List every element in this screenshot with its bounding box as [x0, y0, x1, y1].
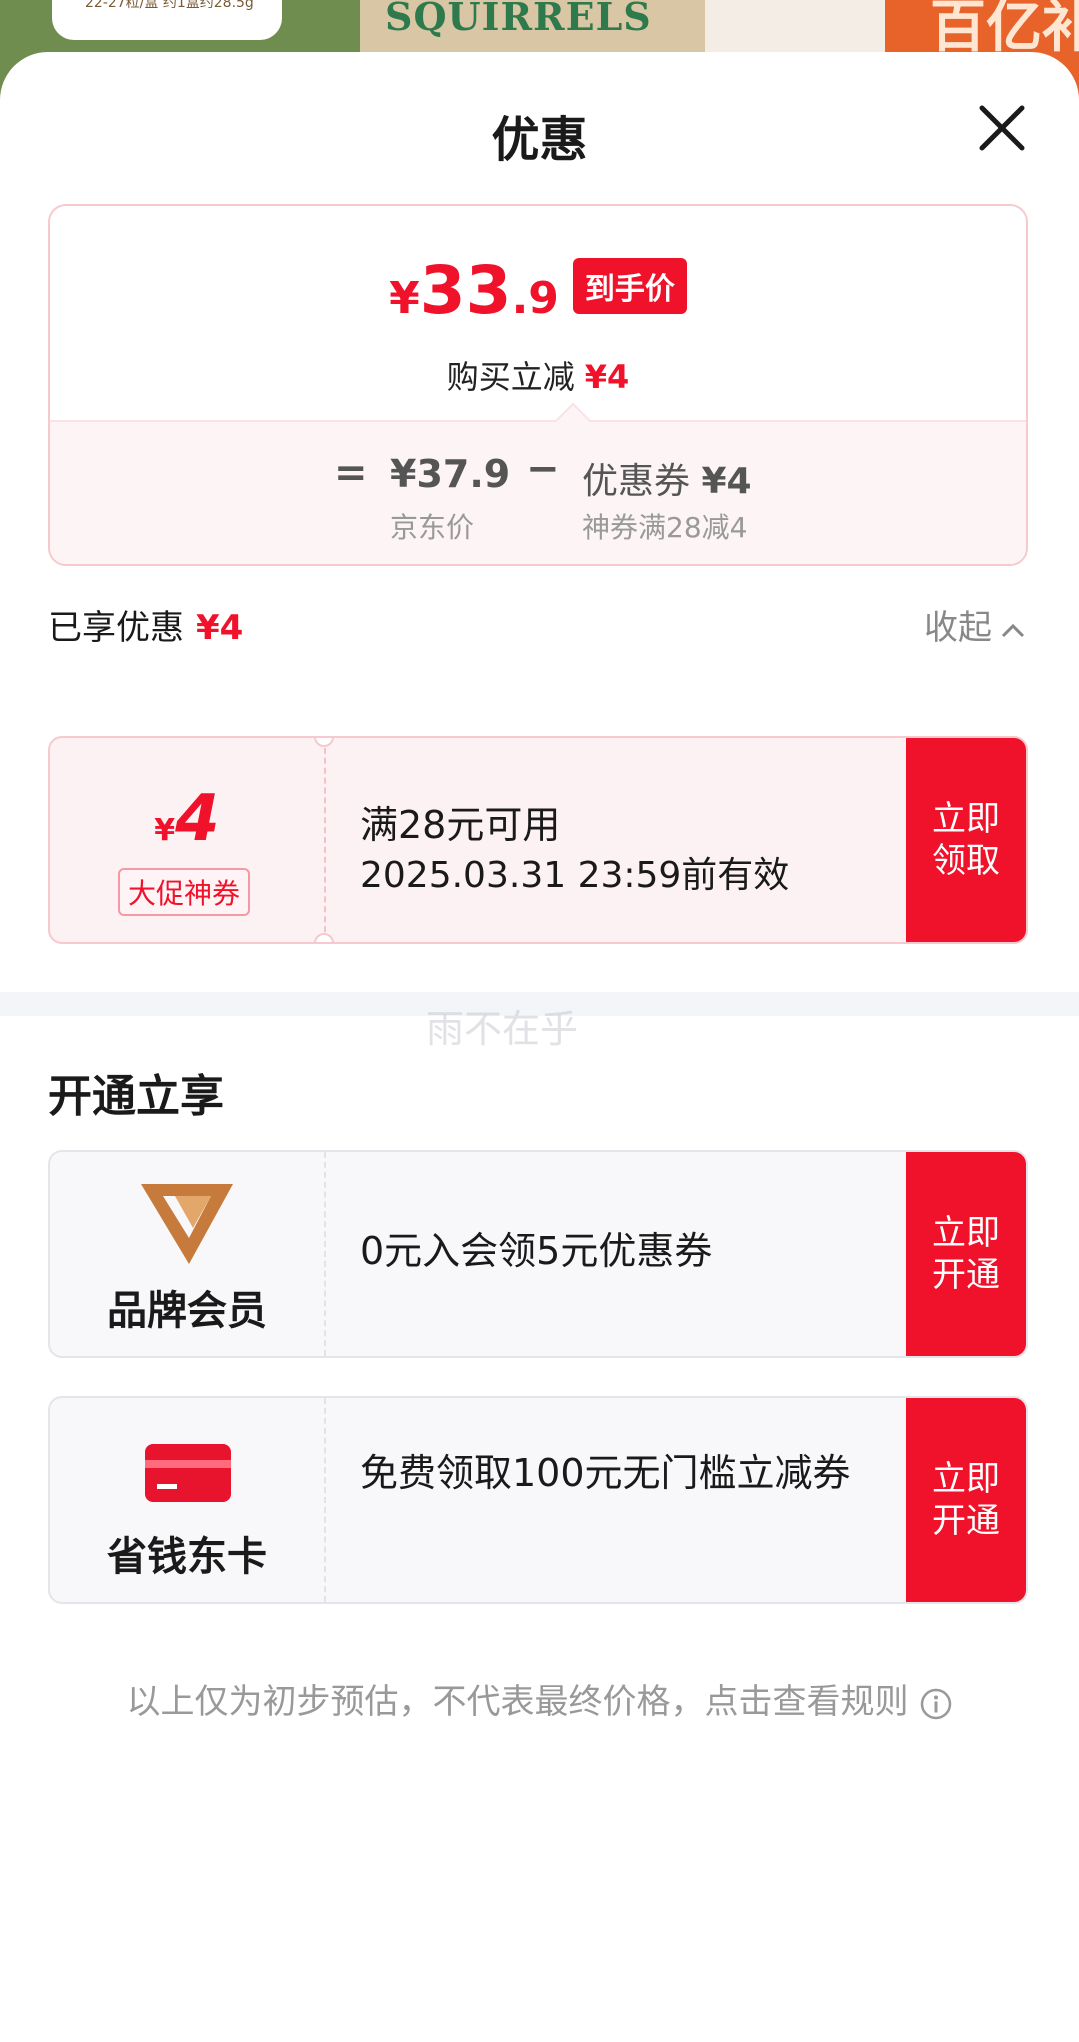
discount-sheet: 优惠 ¥33.9 到手价 购买立减 ¥4 = ¥37.9 京东价 − 优惠券 ¥4 …	[0, 52, 1079, 2042]
sheet-title: 优惠	[491, 112, 588, 168]
claim-coupon-button[interactable]: 立即 领取	[906, 738, 1026, 942]
coupon-deduction-label: 优惠券	[582, 461, 691, 502]
brand-member-desc: 0元入会领5元优惠券	[360, 1229, 713, 1273]
chevron-up-icon	[1001, 623, 1025, 637]
final-price: ¥33.9 到手价	[50, 252, 1026, 329]
open-button-line1: 立即	[932, 1213, 1000, 1253]
card-icon	[145, 1444, 231, 1502]
open-saving-card-button[interactable]: 立即 开通	[906, 1398, 1026, 1602]
jd-price-value: ¥37.9	[390, 452, 511, 496]
disclaimer-text: 以上仅为初步预估，不代表最终价格，点击查看规则	[126, 1682, 909, 1722]
coupon-condition: 满28元可用	[360, 803, 561, 847]
equals-sign: =	[334, 450, 368, 496]
open-section-title: 开通立享	[48, 1071, 224, 1122]
disclaimer[interactable]: 以上仅为初步预估，不代表最终价格，点击查看规则	[0, 1674, 1079, 1723]
final-price-section: ¥33.9 到手价 购买立减 ¥4	[50, 206, 1026, 420]
card-divider	[324, 1152, 326, 1356]
open-button-line2: 开通	[932, 1501, 1000, 1541]
instant-discount-label: 购买立减	[446, 358, 575, 396]
coupon-validity: 2025.03.31 23:59前有效	[360, 855, 790, 896]
brand-member-v-icon	[141, 1184, 233, 1264]
saving-card-desc: 免费领取100元无门槛立减券	[360, 1451, 851, 1495]
coupon-deduction-value: ¥4	[701, 461, 752, 502]
coupon-type-badge: 大促神券	[118, 868, 251, 916]
saving-card-name: 省钱东卡	[107, 1534, 267, 1580]
brand-member-name: 品牌会员	[107, 1288, 267, 1334]
card-divider	[324, 1398, 326, 1602]
watermark: 雨不在乎	[426, 1007, 579, 1051]
enjoyed-discount: 已享优惠 ¥4	[48, 600, 243, 649]
collapse-button[interactable]: 收起	[924, 600, 1026, 649]
brand-member-card: 品牌会员 0元入会领5元优惠券 立即 开通	[48, 1150, 1028, 1358]
info-icon[interactable]	[919, 1687, 953, 1721]
claim-button-line2: 领取	[932, 841, 1000, 881]
ticket-divider	[324, 738, 326, 942]
final-price-integer: 33	[419, 252, 512, 329]
price-breakdown-card: ¥33.9 到手价 购买立减 ¥4 = ¥37.9 京东价 − 优惠券 ¥4 神券满…	[48, 204, 1028, 566]
final-price-currency: ¥	[389, 273, 420, 324]
instant-discount-value: ¥4	[584, 358, 630, 396]
price-calculation: = ¥37.9 京东价 − 优惠券 ¥4 神券满28减4	[50, 402, 1026, 564]
instant-discount: 购买立减 ¥4	[50, 352, 1026, 398]
enjoyed-discount-label: 已享优惠	[48, 608, 184, 648]
open-brand-member-button[interactable]: 立即 开通	[906, 1152, 1026, 1356]
close-icon	[979, 105, 1025, 151]
ticket-notch-bottom	[314, 933, 334, 942]
final-price-decimal: .9	[511, 273, 559, 324]
jd-price-label: 京东价	[390, 511, 475, 544]
close-button[interactable]	[972, 98, 1032, 158]
claim-button-line1: 立即	[932, 799, 1000, 839]
saving-card-card: 省钱东卡 免费领取100元无门槛立减券 立即 开通	[48, 1396, 1028, 1604]
product-brand-text: SQUIRRELS	[385, 0, 652, 39]
coupon-rule: 神券满28减4	[582, 511, 748, 544]
coupon-amount-value: 4	[175, 782, 220, 856]
coupon-amount: ¥4	[50, 782, 324, 856]
coupon-value-area: ¥4 大促神券	[50, 738, 324, 942]
coupon-ticket: ¥4 大促神券 满28元可用 2025.03.31 23:59前有效 立即 领取	[48, 736, 1028, 944]
open-button-line1: 立即	[932, 1459, 1000, 1499]
coupon-deduction: 优惠券 ¥4	[582, 452, 752, 504]
open-button-line2: 开通	[932, 1255, 1000, 1295]
coupon-currency: ¥	[154, 813, 176, 848]
final-price-tag: 到手价	[572, 258, 687, 314]
spec-bubble-text: 22-27粒/盒 约1盒约28.5g	[85, 0, 254, 11]
enjoyed-discount-value: ¥4	[196, 608, 244, 648]
collapse-label: 收起	[924, 608, 992, 648]
minus-sign: −	[526, 446, 560, 492]
